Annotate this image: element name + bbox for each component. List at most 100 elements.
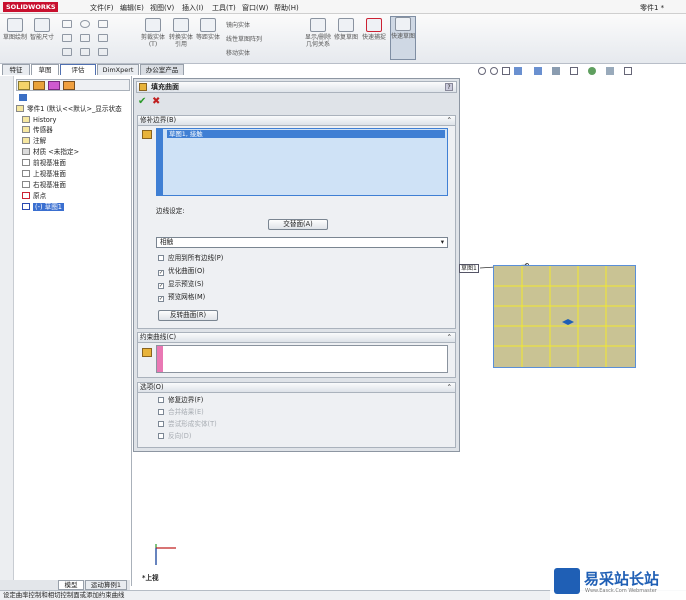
view-settings-icon[interactable]: [624, 67, 632, 75]
reverse-surface-button[interactable]: 反转曲面(R): [158, 310, 218, 321]
apply-all-edges-checkbox[interactable]: 应用到所有边线(P): [158, 254, 223, 263]
tree-root[interactable]: 零件1 (默认<<默认>_显示状态: [16, 105, 122, 114]
previous-view-icon[interactable]: [502, 67, 510, 75]
linear-pattern-button[interactable]: 线性草图阵列: [226, 34, 262, 43]
menu-file[interactable]: 文件(F): [90, 3, 114, 13]
sketch-icon: [22, 203, 30, 210]
slot-tool[interactable]: [62, 48, 72, 56]
left-toolbar: [0, 76, 14, 586]
menu-edit[interactable]: 编辑(E): [120, 3, 144, 13]
convert-button[interactable]: 转换实体引用: [168, 18, 194, 48]
tree-item-right-plane[interactable]: 右视基准面: [22, 181, 66, 190]
boundary-list[interactable]: 草图1, 接触: [156, 128, 448, 196]
tree-item-sensors[interactable]: 传感器: [22, 126, 53, 135]
merge-result-checkbox[interactable]: 合并结果(E): [158, 408, 204, 417]
configuration-tab[interactable]: [48, 81, 60, 90]
constraint-curves-header[interactable]: 约束曲线(C) ⌃: [138, 333, 455, 343]
collapse-icon[interactable]: ⌃: [446, 383, 452, 392]
sketch-button[interactable]: 草图绘制: [3, 18, 27, 41]
cancel-button[interactable]: ✖: [152, 96, 160, 107]
polygon-tool[interactable]: [80, 34, 90, 42]
contact-type-select[interactable]: 相触 ▾: [156, 237, 448, 248]
fix-boundary-checkbox[interactable]: 修复边界(F): [158, 396, 203, 405]
tab-motion-study[interactable]: 运动算例1: [85, 580, 127, 590]
repair-button[interactable]: 修复草图: [334, 18, 358, 41]
menu-view[interactable]: 视图(V): [150, 3, 174, 13]
optimize-surface-checkbox[interactable]: ✓ 优化曲面(O): [158, 267, 205, 276]
move-button[interactable]: 移动实体: [226, 48, 250, 57]
rapid-sketch-button[interactable]: 快速草图: [390, 16, 416, 60]
relations-button[interactable]: 显示/删除几何关系: [304, 18, 332, 48]
tree-item-sketch1[interactable]: (-) 草图1: [22, 203, 65, 212]
tab-office[interactable]: 办公室产品: [140, 64, 184, 75]
display-style-icon[interactable]: [552, 67, 560, 75]
tab-sketch[interactable]: 草图: [31, 64, 59, 75]
trim-icon: [145, 18, 161, 32]
command-tabs: 特征 草图 评估 DimXpert 办公室产品: [0, 64, 215, 75]
appearance-icon[interactable]: [588, 67, 596, 75]
zoom-area-icon[interactable]: [490, 67, 498, 75]
tree-item-history[interactable]: History: [22, 116, 56, 125]
patch-boundary-section: 修补边界(B) ⌃ 草图1, 接触 边线设定: 交替面(A) 相触 ▾ 应用到所有…: [137, 115, 456, 329]
rectangle-tool[interactable]: [62, 34, 72, 42]
property-manager-tab[interactable]: [33, 81, 45, 90]
section-view-icon[interactable]: [514, 67, 522, 75]
point-tool[interactable]: [80, 48, 90, 56]
options-header[interactable]: 选项(O) ⌃: [138, 383, 455, 393]
part-icon: [16, 105, 24, 112]
constraint-list[interactable]: [156, 345, 448, 373]
boundary-list-item[interactable]: 草图1, 接触: [167, 130, 445, 138]
menu-insert[interactable]: 插入(I): [182, 3, 204, 13]
plane-icon: [22, 159, 30, 166]
scene-icon[interactable]: [606, 67, 614, 75]
tab-features[interactable]: 特征: [2, 64, 30, 75]
fill-surface-preview[interactable]: [493, 265, 636, 368]
reverse-direction-checkbox[interactable]: 反向(D): [158, 432, 191, 441]
view-orientation-icon[interactable]: [534, 67, 542, 75]
try-solid-checkbox[interactable]: 尝试形成实体(T): [158, 420, 217, 429]
boundary-icon: [142, 130, 152, 139]
tree-item-origin[interactable]: 原点: [22, 192, 46, 201]
feature-manager-tab[interactable]: [18, 81, 30, 90]
command-manager: 草图绘制 智能尺寸 剪裁实体(T) 转换实体引用 等距实体 镜向实体 线性草图阵…: [0, 14, 686, 64]
menu-tools[interactable]: 工具(T): [212, 3, 236, 13]
plane-icon: [22, 170, 30, 177]
collapse-icon[interactable]: ⌃: [446, 116, 452, 125]
arc-tool[interactable]: [98, 20, 108, 28]
preview-mesh: [494, 266, 635, 367]
watermark-text: 易采站长站: [584, 570, 660, 588]
zoom-fit-icon[interactable]: [478, 67, 486, 75]
tree-item-material[interactable]: 材质 <未指定>: [22, 148, 79, 157]
property-manager: 填充曲面 ? ✔ ✖ 修补边界(B) ⌃ 草图1, 接触 边线设定: 交替面(A)…: [133, 78, 460, 452]
filter-icon[interactable]: [19, 94, 27, 101]
display-tab[interactable]: [63, 81, 75, 90]
circle-tool[interactable]: [80, 20, 90, 28]
offset-button[interactable]: 等距实体: [196, 18, 220, 41]
collapse-icon[interactable]: ⌃: [446, 333, 452, 342]
alternate-face-button[interactable]: 交替面(A): [268, 219, 328, 230]
show-preview-checkbox[interactable]: ✓ 显示预览(S): [158, 280, 204, 289]
help-icon[interactable]: ?: [445, 83, 453, 91]
smart-dimension-button[interactable]: 智能尺寸: [30, 18, 54, 41]
ok-button[interactable]: ✔: [138, 96, 146, 107]
tab-evaluate[interactable]: 评估: [60, 64, 96, 75]
snap-icon: [366, 18, 382, 32]
text-tool[interactable]: [98, 48, 108, 56]
patch-boundary-header[interactable]: 修补边界(B) ⌃: [138, 116, 455, 126]
tab-dimxpert[interactable]: DimXpert: [97, 64, 139, 75]
menu-window[interactable]: 窗口(W): [242, 3, 268, 13]
line-tool[interactable]: [62, 20, 72, 28]
spline-tool[interactable]: [98, 34, 108, 42]
origin-icon: [22, 192, 30, 199]
menu-help[interactable]: 帮助(H): [274, 3, 299, 13]
preview-mesh-checkbox[interactable]: ✓ 预览网格(M): [158, 293, 205, 302]
doc-title: 零件1 *: [640, 4, 665, 12]
tree-item-front-plane[interactable]: 前视基准面: [22, 159, 66, 168]
trim-button[interactable]: 剪裁实体(T): [140, 18, 166, 48]
hide-show-icon[interactable]: [570, 67, 578, 75]
tree-item-annotations[interactable]: 注解: [22, 137, 46, 146]
quick-snaps-button[interactable]: 快速捕捉: [362, 18, 386, 41]
tab-model[interactable]: 模型: [58, 580, 84, 590]
mirror-button[interactable]: 镜向实体: [226, 20, 250, 29]
tree-item-top-plane[interactable]: 上视基准面: [22, 170, 66, 179]
